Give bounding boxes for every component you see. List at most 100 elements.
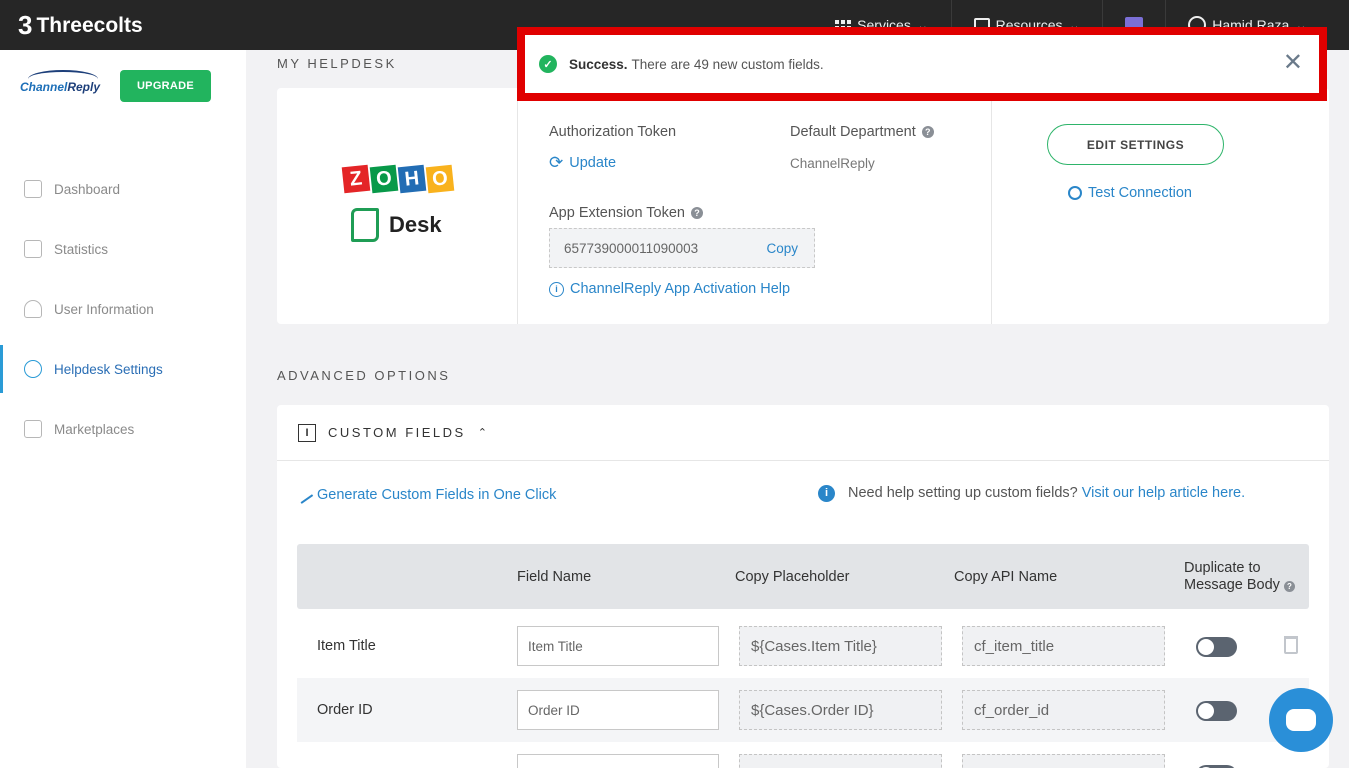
duplicate-header-line1: Duplicate to <box>1184 559 1261 576</box>
zoho-letter: Z <box>341 164 371 194</box>
helpdesk-actions: EDIT SETTINGS Test Connection <box>993 88 1329 324</box>
zoho-letter: O <box>425 164 455 194</box>
column-header-copy-api-name: Copy API Name <box>954 568 1058 585</box>
success-toast: ✓ Success. There are 49 new custom fields… <box>517 27 1327 101</box>
logo-text-a: Channel <box>20 80 68 94</box>
help-icon[interactable]: ? <box>1283 580 1295 592</box>
app-extension-token-value: 657739000011090003 <box>564 240 699 256</box>
column-header-duplicate: Duplicate to Message Body ? <box>1184 544 1295 609</box>
text-cursor-icon: I <box>298 423 316 442</box>
logo-text-b: Reply <box>67 80 101 94</box>
duplicate-toggle[interactable] <box>1196 701 1237 721</box>
table-header: Field Name Copy Placeholder Copy API Nam… <box>297 544 1309 609</box>
gear-icon <box>24 360 42 378</box>
column-header-copy-placeholder: Copy Placeholder <box>735 568 850 585</box>
sidebar-item-statistics[interactable]: Statistics <box>0 225 246 273</box>
close-icon[interactable]: ✕ <box>1283 51 1303 75</box>
help-text: Need help setting up custom fields? <box>848 485 1078 501</box>
sidebar-item-label: Marketplaces <box>54 421 135 437</box>
custom-fields-header[interactable]: I CUSTOM FIELDS ⌃ <box>277 405 1329 461</box>
help-article-link[interactable]: Visit our help article here. <box>1082 485 1245 501</box>
update-token-link[interactable]: ⟳ Update <box>549 153 616 173</box>
store-icon <box>24 420 42 438</box>
threecolts-logo[interactable]: 3 Threecolts <box>18 10 143 41</box>
brand-mark: 3 <box>18 10 33 40</box>
chat-widget-button[interactable] <box>1269 688 1333 752</box>
sidebar-item-user-information[interactable]: User Information <box>0 285 246 333</box>
toast-title: Success. <box>569 56 628 72</box>
duplicate-header-line2: Message Body <box>1184 576 1280 593</box>
sidebar-item-dashboard[interactable]: Dashboard <box>0 165 246 213</box>
activation-help-label: ChannelReply App Activation Help <box>570 281 791 297</box>
sidebar-item-label: Helpdesk Settings <box>54 361 163 377</box>
test-connection-label: Test Connection <box>1088 185 1192 201</box>
generate-custom-fields-label: Generate Custom Fields in One Click <box>317 487 557 503</box>
field-name-input[interactable]: Order ID <box>517 690 719 730</box>
sidebar-item-marketplaces[interactable]: Marketplaces <box>0 405 246 453</box>
app-extension-token-label: App Extension Token ? <box>549 205 703 221</box>
advanced-options-heading: ADVANCED OPTIONS <box>277 368 451 383</box>
user-icon <box>24 300 42 318</box>
duplicate-toggle[interactable] <box>1196 637 1237 657</box>
toast-text: There are 49 new custom fields. <box>631 56 824 72</box>
default-department-value: ChannelReply <box>790 156 875 171</box>
toast-content: ✓ Success. There are 49 new custom fields… <box>525 35 1319 93</box>
check-circle-icon: ✓ <box>539 55 557 73</box>
zoho-wordmark: Z O H O <box>341 164 455 194</box>
table-row <box>297 742 1309 768</box>
row-field-label: Order ID <box>317 702 373 718</box>
logo-text: ChannelReply <box>20 80 100 94</box>
zoho-desk-logo: Z O H O Desk <box>277 88 518 324</box>
column-header-field-name: Field Name <box>517 568 592 585</box>
desk-glyph-icon <box>351 208 379 242</box>
default-department-label: Default Department ? <box>790 124 934 140</box>
copy-token-button[interactable]: Copy <box>766 241 798 256</box>
app-extension-token-text: App Extension Token <box>549 205 685 221</box>
chat-icon <box>1286 709 1316 731</box>
copy-placeholder-field[interactable]: ${Cases.Item Title} <box>739 626 942 666</box>
chevron-up-icon[interactable]: ⌃ <box>478 426 487 439</box>
trash-icon[interactable] <box>1284 636 1298 654</box>
refresh-icon: ⟳ <box>549 153 564 172</box>
copy-placeholder-field[interactable] <box>739 754 942 768</box>
copy-api-name-field[interactable]: cf_order_id <box>962 690 1165 730</box>
desk-wordmark: Desk <box>351 208 442 242</box>
generate-custom-fields-link[interactable]: Generate Custom Fields in One Click <box>294 486 557 504</box>
help-icon[interactable]: ? <box>921 126 934 138</box>
info-icon: i <box>818 485 835 502</box>
update-label: Update <box>569 155 617 171</box>
edit-settings-button[interactable]: EDIT SETTINGS <box>1047 124 1224 165</box>
field-name-input[interactable] <box>517 754 719 768</box>
help-text-wrapper: Need help setting up custom fields? Visi… <box>848 483 1245 504</box>
copy-api-name-field[interactable]: cf_item_title <box>962 626 1165 666</box>
custom-fields-card: I CUSTOM FIELDS ⌃ Generate Custom Fields… <box>277 405 1329 768</box>
custom-fields-help: i Need help setting up custom fields? Vi… <box>818 483 1278 504</box>
upgrade-button[interactable]: UPGRADE <box>120 70 211 102</box>
authorization-token-text: Authorization Token <box>549 124 677 140</box>
sidebar-item-label: User Information <box>54 301 154 317</box>
field-name-input[interactable]: Item Title <box>517 626 719 666</box>
my-helpdesk-heading: MY HELPDESK <box>277 56 397 71</box>
authorization-token-label: Authorization Token <box>549 124 676 140</box>
custom-fields-title: CUSTOM FIELDS <box>328 425 466 440</box>
channelreply-logo[interactable]: ChannelReply <box>20 70 100 106</box>
brand-name: Threecolts <box>36 13 143 37</box>
home-icon <box>24 180 42 198</box>
sidebar-item-label: Statistics <box>54 241 109 257</box>
copy-placeholder-field[interactable]: ${Cases.Order ID} <box>739 690 942 730</box>
copy-api-name-field[interactable] <box>962 754 1165 768</box>
default-department-text: Default Department <box>790 124 916 140</box>
sidebar-item-helpdesk-settings[interactable]: Helpdesk Settings <box>0 345 246 393</box>
info-icon: i <box>549 281 564 297</box>
clipboard-icon <box>24 240 42 258</box>
toast-message: Success. There are 49 new custom fields. <box>569 57 824 72</box>
sidebar: ChannelReply UPGRADE Dashboard Statistic… <box>0 50 246 768</box>
magic-wand-icon <box>294 486 314 504</box>
helpdesk-card: Z O H O Desk Authorization Token ⟳ Updat… <box>277 88 1329 324</box>
activation-help-link[interactable]: i ChannelReply App Activation Help <box>549 281 790 297</box>
app-extension-token-field: 657739000011090003 Copy <box>549 228 815 268</box>
test-connection-link[interactable]: Test Connection <box>1068 185 1192 201</box>
row-field-label: Item Title <box>317 638 376 654</box>
table-row: Item Title Item Title ${Cases.Item Title… <box>297 614 1309 678</box>
help-icon[interactable]: ? <box>690 207 703 219</box>
